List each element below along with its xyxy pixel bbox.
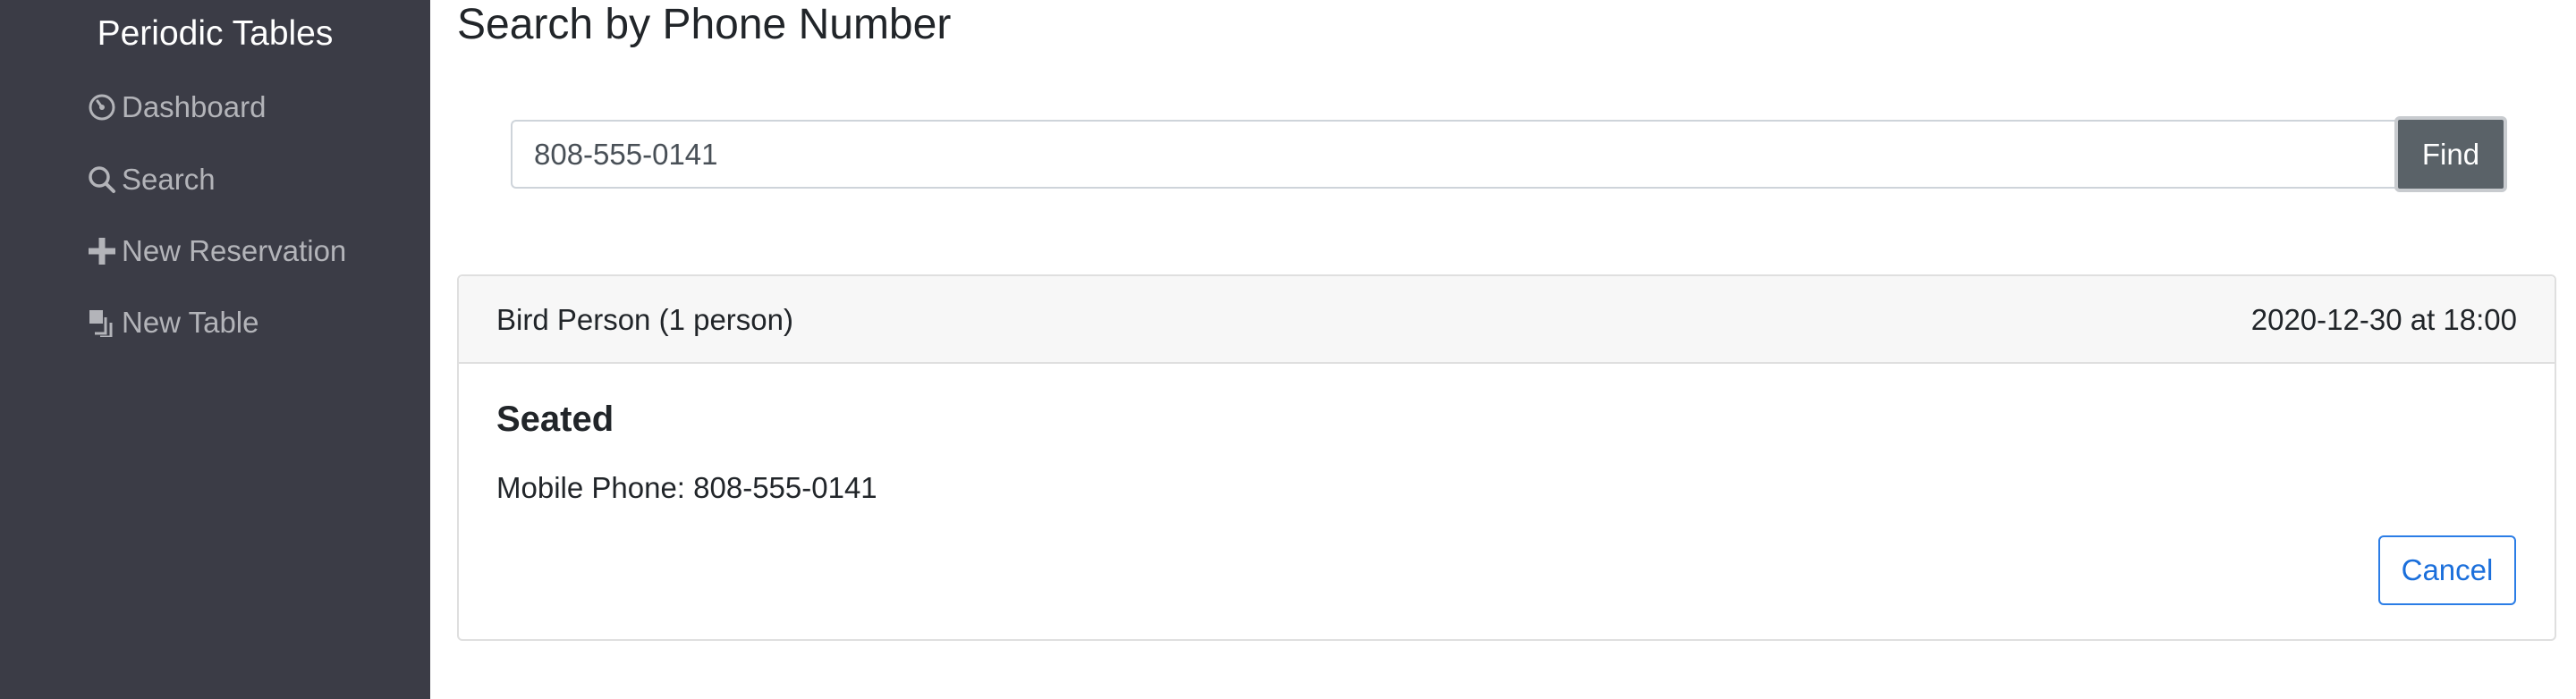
- plus-icon: [86, 235, 118, 267]
- cancel-reservation-button[interactable]: Cancel: [2378, 535, 2516, 605]
- app-brand[interactable]: Periodic Tables: [0, 11, 430, 57]
- phone-search-input[interactable]: [511, 120, 2398, 189]
- sidebar-item-label: New Table: [122, 306, 259, 339]
- reservation-datetime: 2020-12-30 at 18:00: [2250, 303, 2517, 336]
- sidebar-item-new-reservation[interactable]: New Reservation: [86, 229, 346, 274]
- sidebar-item-label: Dashboard: [122, 90, 267, 123]
- search-icon: [86, 164, 118, 196]
- reservation-status: Seated: [496, 400, 614, 439]
- reservation-phone: Mobile Phone: 808-555-0141: [496, 471, 877, 504]
- reservation-card: Bird Person (1 person) 2020-12-30 at 18:…: [457, 274, 2556, 641]
- reservation-name: Bird Person (1 person): [496, 303, 793, 336]
- dashboard-gauge-icon: [86, 91, 118, 123]
- sidebar-item-search[interactable]: Search: [86, 157, 216, 202]
- layers-icon: [86, 307, 118, 339]
- sidebar-item-new-table[interactable]: New Table: [86, 300, 258, 345]
- sidebar: Periodic Tables Dashboard Search New Res…: [0, 0, 430, 699]
- page-title: Search by Phone Number: [457, 1, 952, 48]
- find-button[interactable]: Find: [2394, 116, 2507, 192]
- sidebar-item-label: New Reservation: [122, 234, 347, 267]
- sidebar-item-label: Search: [122, 163, 216, 196]
- reservation-card-header: Bird Person (1 person) 2020-12-30 at 18:…: [459, 276, 2555, 364]
- sidebar-item-dashboard[interactable]: Dashboard: [86, 85, 266, 130]
